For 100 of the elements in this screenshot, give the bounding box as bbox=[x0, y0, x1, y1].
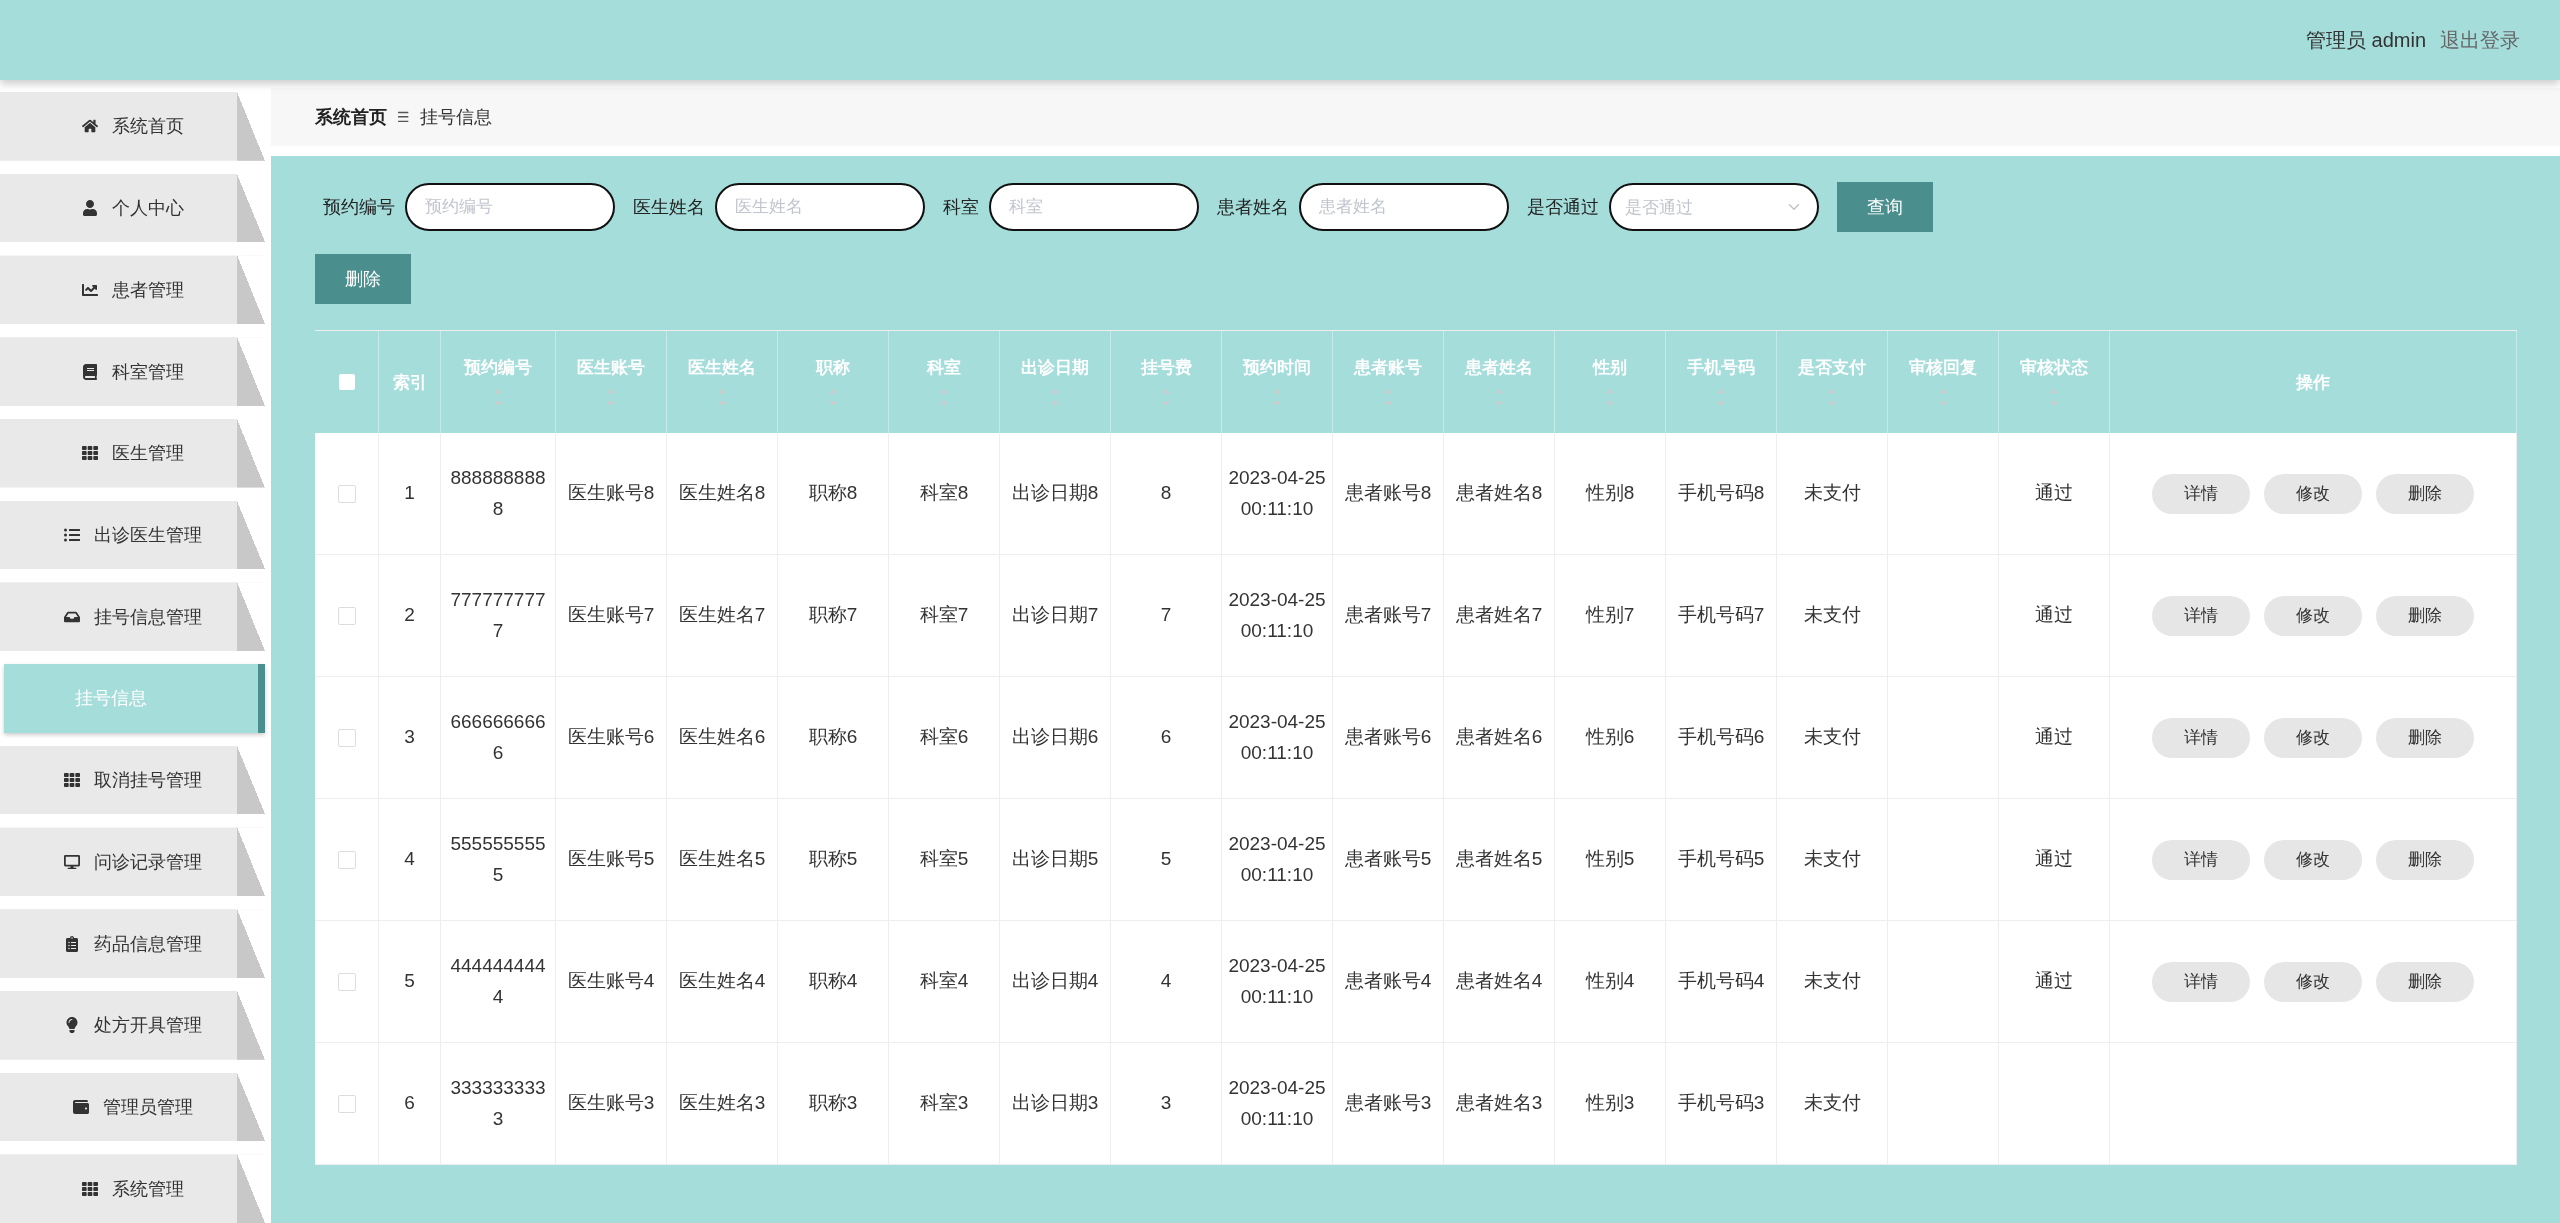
input-field[interactable]: 患者姓名 bbox=[1299, 183, 1509, 231]
table-cell-text: 职称8 bbox=[808, 481, 858, 506]
sidebar-item[interactable]: 科室管理 bbox=[0, 337, 265, 406]
column-header: 患者姓名 bbox=[1465, 356, 1533, 379]
table-cell-text: 性别7 bbox=[1585, 603, 1635, 628]
action-button[interactable]: 详情 bbox=[2152, 473, 2250, 514]
breadcrumb-current: 挂号信息 bbox=[419, 106, 492, 129]
table-cell-text: 4444444444 bbox=[449, 954, 547, 1009]
checkbox[interactable] bbox=[337, 972, 356, 991]
tab-corner bbox=[237, 582, 265, 652]
logout-link[interactable]: 退出登录 bbox=[2440, 26, 2520, 54]
sidebar-item[interactable]: 处方开具管理 bbox=[0, 990, 265, 1060]
field-label: 科室 bbox=[943, 196, 979, 219]
table-cell-text: 2023-04-25 00:11:10 bbox=[1228, 832, 1326, 887]
table-cell-text: 未支付 bbox=[1803, 969, 1861, 994]
sidebar-item[interactable]: 系统管理 bbox=[0, 1154, 265, 1223]
table-cell-text: 患者账号3 bbox=[1344, 1091, 1432, 1116]
table-cell-text: 科室3 bbox=[919, 1091, 969, 1116]
sidebar-item[interactable]: 取消挂号管理 bbox=[0, 745, 265, 815]
search-button[interactable]: 查询 bbox=[1837, 182, 1933, 232]
tab-corner bbox=[237, 92, 265, 161]
tab-corner bbox=[237, 1154, 265, 1223]
tab-corner bbox=[237, 827, 265, 897]
checkbox[interactable] bbox=[337, 850, 356, 869]
sidebar-item[interactable]: 药品信息管理 bbox=[0, 909, 265, 978]
sidebar-item[interactable]: 患者管理 bbox=[0, 255, 265, 325]
action-button[interactable]: 删除 bbox=[2376, 473, 2474, 514]
sidebar-item[interactable]: 个人中心 bbox=[0, 173, 265, 243]
checkbox[interactable] bbox=[337, 484, 356, 503]
column-header: 性别 bbox=[1593, 356, 1627, 379]
table-cell-text: 医生姓名7 bbox=[678, 603, 766, 628]
action-button[interactable]: 删除 bbox=[2376, 839, 2474, 880]
table-cell-text: 医生账号3 bbox=[567, 1091, 655, 1116]
field-label: 预约编号 bbox=[323, 196, 395, 219]
menu-icon bbox=[72, 1099, 89, 1115]
table-cell-text: 性别5 bbox=[1585, 847, 1635, 872]
table-cell-text: 手机号码6 bbox=[1677, 725, 1765, 750]
table-cell-text: 4 bbox=[1160, 969, 1172, 994]
checkbox[interactable] bbox=[337, 606, 356, 625]
table-cell-text: 职称4 bbox=[808, 969, 858, 994]
column-header: 出诊日期 bbox=[1021, 356, 1089, 379]
field-label: 医生姓名 bbox=[633, 196, 705, 219]
delete-button[interactable]: 删除 bbox=[315, 254, 411, 304]
action-button[interactable]: 详情 bbox=[2152, 717, 2250, 758]
table-cell-text: 患者账号7 bbox=[1344, 603, 1432, 628]
table-cell-text: 患者姓名5 bbox=[1455, 847, 1543, 872]
checkbox[interactable] bbox=[338, 374, 355, 390]
menu-icon bbox=[81, 200, 98, 217]
user-name: 管理员 admin bbox=[2305, 27, 2426, 53]
tab-corner bbox=[237, 909, 265, 978]
table-cell-text: 手机号码5 bbox=[1677, 847, 1765, 872]
menu-icon bbox=[63, 1017, 80, 1034]
table-cell-text: 科室8 bbox=[919, 481, 969, 506]
action-button[interactable]: 详情 bbox=[2152, 839, 2250, 880]
separator-icon: ☰ bbox=[397, 109, 410, 125]
sidebar-item[interactable]: 管理员管理 bbox=[0, 1072, 265, 1142]
column-header: 审核回复 bbox=[1909, 356, 1977, 379]
column-header: 挂号费 bbox=[1140, 356, 1192, 379]
input-field[interactable]: 预约编号 bbox=[405, 183, 615, 231]
checkbox[interactable] bbox=[337, 728, 356, 747]
action-button[interactable]: 详情 bbox=[2152, 595, 2250, 636]
table-cell-text: 7777777777 bbox=[449, 588, 547, 643]
table-cell-text: 医生账号4 bbox=[567, 969, 655, 994]
action-button[interactable]: 修改 bbox=[2264, 473, 2362, 514]
table-cell-text: 通过 bbox=[2035, 725, 2073, 750]
table-cell-text: 职称3 bbox=[808, 1091, 858, 1116]
table-cell-text: 出诊日期7 bbox=[1011, 603, 1099, 628]
sidebar-item[interactable]: 医生管理 bbox=[0, 418, 265, 488]
action-button[interactable]: 修改 bbox=[2264, 961, 2362, 1002]
table-cell-text: 手机号码3 bbox=[1677, 1091, 1765, 1116]
sidebar-item[interactable]: 挂号信息管理 bbox=[0, 582, 265, 652]
column-header: 审核状态 bbox=[2020, 356, 2088, 379]
table-cell-text: 性别6 bbox=[1585, 725, 1635, 750]
action-button[interactable]: 修改 bbox=[2264, 595, 2362, 636]
table-cell-text: 手机号码7 bbox=[1677, 603, 1765, 628]
column-header: 手机号码 bbox=[1687, 356, 1755, 379]
action-button[interactable]: 删除 bbox=[2376, 717, 2474, 758]
action-button[interactable]: 删除 bbox=[2376, 595, 2474, 636]
action-button[interactable]: 删除 bbox=[2376, 961, 2474, 1002]
table-cell-text: 患者账号4 bbox=[1344, 969, 1432, 994]
menu-icon bbox=[81, 445, 98, 462]
menu-icon bbox=[63, 526, 80, 543]
sidebar-item[interactable]: 问诊记录管理 bbox=[0, 827, 265, 897]
table-cell-text: 患者姓名4 bbox=[1455, 969, 1543, 994]
sidebar-item[interactable]: 出诊医生管理 bbox=[0, 500, 265, 570]
column-header: 科室 bbox=[927, 356, 961, 379]
action-button[interactable]: 修改 bbox=[2264, 717, 2362, 758]
breadcrumb-link[interactable]: 系统首页 bbox=[315, 105, 387, 129]
action-button[interactable]: 详情 bbox=[2152, 961, 2250, 1002]
table-cell-text: 性别3 bbox=[1585, 1091, 1635, 1116]
menu-icon bbox=[81, 118, 98, 135]
sidebar-item[interactable]: 系统首页 bbox=[0, 92, 265, 161]
checkbox[interactable] bbox=[337, 1094, 356, 1113]
input-field[interactable]: 科室 bbox=[989, 183, 1199, 231]
action-button[interactable]: 修改 bbox=[2264, 839, 2362, 880]
input-field[interactable]: 医生姓名 bbox=[715, 183, 925, 231]
column-header: 医生账号 bbox=[577, 356, 645, 379]
menu-icon bbox=[81, 1180, 98, 1197]
table-cell-text: 未支付 bbox=[1803, 1091, 1861, 1116]
table-cell-text: 科室7 bbox=[919, 603, 969, 628]
